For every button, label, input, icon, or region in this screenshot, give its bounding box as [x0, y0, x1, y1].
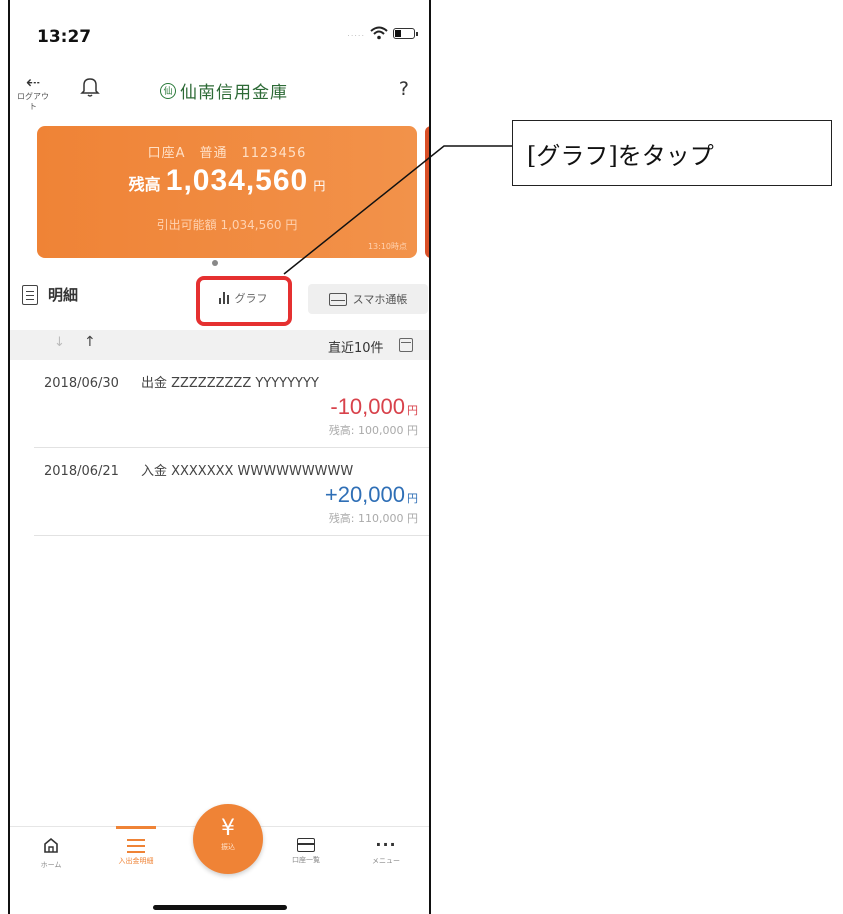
transaction-balance: 残高: 110,000 円 [328, 512, 418, 525]
transfer-label: 振込 [221, 843, 235, 851]
nav-home[interactable]: ホーム [21, 837, 81, 870]
signal-icon: ..... [347, 28, 365, 38]
nav-menu[interactable]: ··· メニュー [356, 837, 416, 866]
next-card-peek[interactable] [425, 126, 429, 258]
logout-label: ログアウト [17, 92, 49, 111]
transaction-amount: -10,000 円 [330, 394, 418, 420]
brand-logo: 仙 仙南信用金庫 [160, 78, 288, 103]
tab-statement-label: 明細 [48, 286, 79, 304]
screenshot-canvas: 13:27 ..... ⇠ ログアウト 仙 仙南信用金庫 ? 口座A 普通 11… [0, 0, 843, 914]
brand-mark-icon: 仙 [160, 82, 176, 99]
card-pager-dot [212, 260, 218, 266]
transaction-description: 出金 ZZZZZZZZZ YYYYYYYY [140, 376, 319, 391]
help-button[interactable]: ? [399, 78, 409, 100]
nav-statement[interactable]: 入出金明細 [106, 837, 166, 866]
amount-unit: 円 [407, 405, 418, 417]
amount-value: -10,000 [330, 394, 405, 419]
transaction-row[interactable]: 2018/06/21 入金 XXXXXXX WWWWWWWWW +20,000 円 … [34, 450, 429, 536]
active-tab-indicator [116, 826, 156, 829]
wifi-icon [370, 26, 388, 40]
callout-box: [グラフ]をタップ [512, 120, 832, 186]
balance-prefix: 残高 [128, 175, 161, 194]
balance-amount: 1,034,560 [165, 164, 309, 197]
status-icons: ..... [347, 26, 418, 40]
nav-statement-label: 入出金明細 [118, 857, 154, 865]
status-time: 13:27 [37, 27, 92, 47]
balance: 残高 1,034,560 円 [37, 164, 417, 198]
logout-button[interactable]: ⇠ ログアウト [16, 74, 50, 112]
transaction-date: 2018/06/21 [44, 464, 119, 479]
amount-unit: 円 [407, 493, 418, 505]
home-icon [44, 837, 58, 853]
nav-home-label: ホーム [40, 861, 62, 869]
transaction-amount: +20,000 円 [325, 482, 418, 508]
account-info: 口座A 普通 1123456 [147, 146, 307, 161]
battery-icon [393, 27, 418, 39]
tab-passbook-label: スマホ通帳 [352, 293, 408, 306]
app-header: ⇠ ログアウト 仙 仙南信用金庫 ? [10, 66, 429, 116]
available-amount: 引出可能額 1,034,560 円 [156, 218, 298, 232]
transaction-date: 2018/06/30 [44, 376, 119, 391]
nav-accounts-label: 口座一覧 [292, 856, 320, 864]
transaction-description: 入金 XXXXXXX WWWWWWWWW [140, 464, 354, 479]
brand-name: 仙南信用金庫 [180, 83, 288, 103]
account-card[interactable]: 口座A 普通 1123456 残高 1,034,560 円 引出可能額 1,03… [37, 126, 417, 258]
nav-menu-label: メニュー [372, 857, 400, 865]
nav-accounts[interactable]: 口座一覧 [276, 837, 336, 865]
document-icon [22, 284, 38, 305]
passbook-icon [328, 292, 347, 306]
list-icon [127, 839, 145, 853]
status-bar: 13:27 ..... [10, 0, 429, 60]
amount-value: +20,000 [324, 482, 405, 507]
graph-tab-highlight [196, 276, 292, 326]
bell-icon[interactable] [80, 76, 100, 98]
phone-screen: 13:27 ..... ⇠ ログアウト 仙 仙南信用金庫 ? 口座A 普通 11… [8, 0, 431, 914]
tab-passbook[interactable]: スマホ通帳 [308, 284, 428, 314]
recent-count-label: 直近10件 [328, 341, 384, 356]
more-icon: ··· [375, 835, 397, 854]
callout-text: [グラフ]をタップ [527, 141, 714, 170]
account-list-icon [297, 838, 315, 852]
as-of-time: 13:10時点 [367, 242, 407, 251]
sort-ascending-button[interactable]: ↑ [84, 334, 96, 350]
tab-statement[interactable]: 明細 [22, 284, 78, 305]
sort-bar: ↓ ↑ 直近10件 [10, 330, 429, 360]
transaction-row[interactable]: 2018/06/30 出金 ZZZZZZZZZ YYYYYYYY -10,000 円… [34, 362, 429, 448]
logout-icon: ⇠ [25, 73, 41, 93]
calendar-icon[interactable] [399, 338, 413, 352]
transfer-button[interactable]: ¥ 振込 [193, 804, 263, 874]
sort-descending-button[interactable]: ↓ [54, 335, 65, 350]
balance-unit: 円 [313, 179, 326, 193]
home-indicator [153, 905, 287, 910]
transfer-icon: ¥ [221, 816, 235, 841]
transaction-balance: 残高: 100,000 円 [328, 424, 418, 437]
